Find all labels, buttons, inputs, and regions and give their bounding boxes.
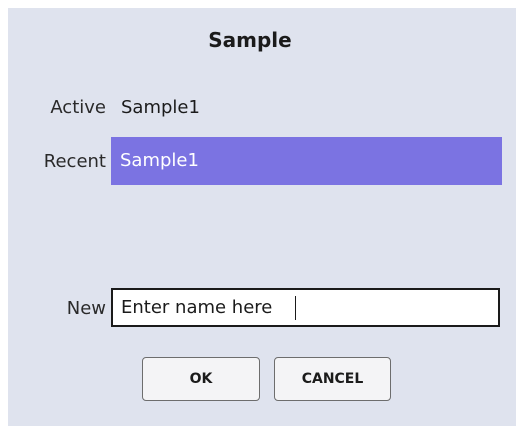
recent-list[interactable]: Sample1 bbox=[111, 137, 502, 257]
cancel-button[interactable]: CANCEL bbox=[274, 357, 391, 401]
new-name-input[interactable] bbox=[111, 288, 500, 327]
active-value: Sample1 bbox=[121, 97, 200, 118]
recent-item-sample1[interactable]: Sample1 bbox=[111, 137, 502, 185]
dialog-title: Sample bbox=[208, 28, 292, 52]
recent-label: Recent bbox=[43, 151, 106, 172]
active-label: Active bbox=[50, 97, 106, 118]
new-label: New bbox=[66, 298, 106, 319]
text-caret bbox=[295, 296, 296, 320]
ok-button[interactable]: OK bbox=[142, 357, 260, 401]
